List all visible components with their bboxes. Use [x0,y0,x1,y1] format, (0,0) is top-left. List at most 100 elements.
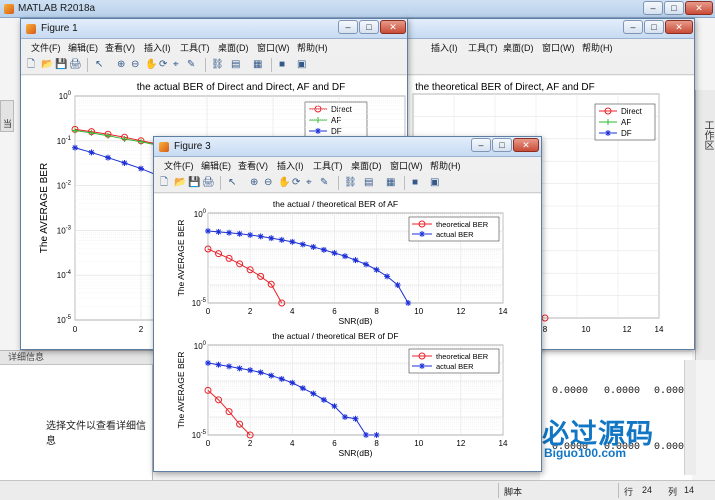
fig3-minimize-button[interactable]: – [471,138,491,152]
watermark-url: Biguo100.com [544,446,627,460]
open-folder-icon[interactable]: 📂 [41,58,54,71]
data-cursor-icon[interactable]: ⌖ [306,176,319,189]
status-col-value: 14 [684,485,695,495]
menu-tools[interactable]: 工具(T) [180,41,210,54]
status-row-label: 行 [624,487,634,497]
menu-tools[interactable]: 工具(T) [313,159,343,172]
figure-1-menubar: 文件(F) 编辑(E) 查看(V) 插入(I) 工具(T) 桌面(D) 窗口(W… [21,39,407,55]
zoom-in-icon[interactable]: ⊕ [250,176,263,189]
data-point [105,154,111,161]
dock-icon[interactable]: ▣ [297,58,310,71]
figure-icon [26,24,36,34]
data-point [331,249,338,256]
pan-icon[interactable]: ✋ [278,176,291,189]
brush-icon[interactable]: ✎ [320,176,333,189]
x-tick-label: 4 [290,307,295,316]
matlab-titlebar: MATLAB R2018a – □ ✕ [0,0,715,18]
menu-file[interactable]: 文件(F) [164,159,194,172]
zoom-in-icon[interactable]: ⊕ [117,58,130,71]
fig3-close-button[interactable]: ✕ [513,138,539,152]
data-point [320,246,327,253]
x-axis-label: SNR(dB) [338,316,372,326]
vertical-scrollbar[interactable] [684,360,696,475]
zoom-out-icon[interactable]: ⊖ [131,58,144,71]
fig1-minimize-button[interactable]: – [338,20,358,34]
save-icon[interactable]: 💾 [188,176,201,189]
data-point [247,231,254,238]
figure-3-title: Figure 3 [174,141,211,152]
minimize-button[interactable]: – [643,1,663,15]
colorbar-icon[interactable]: ▤ [364,176,377,189]
link-icon[interactable]: ⛓ [211,58,224,71]
x-tick-label: 10 [582,325,591,334]
print-icon[interactable]: 🖨 [69,58,82,71]
fig2-close-button[interactable]: ✕ [665,20,693,34]
new-file-icon[interactable]: 🗋 [27,58,40,71]
x-tick-label: 0 [73,325,78,334]
menu-tools[interactable]: 工具(T) [468,41,498,54]
pointer-icon[interactable]: ↖ [95,58,108,71]
y-tick-label: 10-5 [192,430,207,440]
zoom-out-icon[interactable]: ⊖ [264,176,277,189]
status-row-value: 24 [642,485,653,495]
x-tick-label: 12 [456,439,465,448]
legend-icon[interactable]: ▦ [386,176,399,189]
menu-view[interactable]: 查看(V) [238,159,268,172]
new-file-icon[interactable]: 🗋 [160,176,173,189]
menu-desktop[interactable]: 桌面(D) [503,41,534,54]
dock-icon[interactable]: ▣ [430,176,443,189]
pan-icon[interactable]: ✋ [145,58,158,71]
menu-window[interactable]: 窗口(W) [542,41,575,54]
menu-view[interactable]: 查看(V) [105,41,135,54]
legend-label: actual BER [436,230,474,239]
data-point [236,365,243,372]
menu-insert[interactable]: 插入(I) [431,41,458,54]
maximize-button[interactable]: □ [664,1,684,15]
menu-desktop[interactable]: 桌面(D) [218,41,249,54]
menu-window[interactable]: 窗口(W) [390,159,423,172]
fig2-maximize-button[interactable]: □ [644,20,664,34]
left-panel-tab[interactable]: 当 [0,100,14,132]
menu-help[interactable]: 帮助(H) [582,41,613,54]
fig1-close-button[interactable]: ✕ [380,20,406,34]
fig1-maximize-button[interactable]: □ [359,20,379,34]
data-point [299,385,306,392]
menu-edit[interactable]: 编辑(E) [68,41,98,54]
menu-insert[interactable]: 插入(I) [144,41,171,54]
data-point [72,144,78,151]
menu-edit[interactable]: 编辑(E) [201,159,231,172]
rotate-icon[interactable]: ⟳ [292,176,305,189]
figure-1-titlebar[interactable]: Figure 1 – □ ✕ [21,19,407,39]
workspace-side-tab[interactable]: 工作区 [695,90,715,360]
hide-tools-icon[interactable]: ■ [279,58,292,71]
fig3-maximize-button[interactable]: □ [492,138,512,152]
link-icon[interactable]: ⛓ [344,176,357,189]
menu-help[interactable]: 帮助(H) [430,159,461,172]
menu-file[interactable]: 文件(F) [31,41,61,54]
save-icon[interactable]: 💾 [55,58,68,71]
data-point [341,253,348,260]
colorbar-icon[interactable]: ▤ [231,58,244,71]
close-button[interactable]: ✕ [685,1,713,15]
menu-window[interactable]: 窗口(W) [257,41,290,54]
brush-icon[interactable]: ✎ [187,58,200,71]
menu-help[interactable]: 帮助(H) [297,41,328,54]
figure-2-titlebar[interactable]: – □ ✕ [405,19,694,39]
figure-3-window[interactable]: Figure 3 – □ ✕ 文件(F) 编辑(E) 查看(V) 插入(I) 工… [153,136,542,472]
print-icon[interactable]: 🖨 [202,176,215,189]
menu-desktop[interactable]: 桌面(D) [351,159,382,172]
legend-icon[interactable]: ▦ [253,58,266,71]
x-tick-label: 10 [414,439,423,448]
figure-3-titlebar[interactable]: Figure 3 – □ ✕ [154,137,541,157]
y-tick-label: 100 [194,209,207,219]
data-point [278,375,285,382]
rotate-icon[interactable]: ⟳ [159,58,172,71]
open-folder-icon[interactable]: 📂 [174,176,187,189]
menu-insert[interactable]: 插入(I) [277,159,304,172]
pointer-icon[interactable]: ↖ [228,176,241,189]
details-hint: 选择文件以查看详细信息 [46,421,146,447]
data-point [268,372,275,379]
hide-tools-icon[interactable]: ■ [412,176,425,189]
fig2-minimize-button[interactable]: – [623,20,643,34]
data-cursor-icon[interactable]: ⌖ [173,58,186,71]
